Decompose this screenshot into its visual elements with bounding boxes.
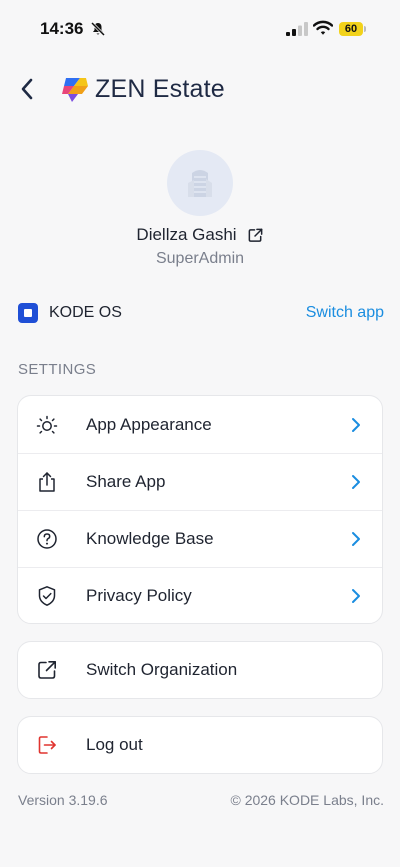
battery-icon: 60: [339, 22, 363, 36]
switch-organization-button[interactable]: Switch Organization: [18, 642, 382, 698]
share-icon: [39, 472, 55, 492]
zen-estate-logo: [62, 78, 88, 102]
wifi-icon: [313, 20, 333, 35]
avatar: [167, 150, 233, 216]
settings-item-label: Share App: [86, 472, 166, 491]
sun-icon: [36, 415, 58, 434]
shield-check-icon: [38, 586, 56, 606]
chevron-left-icon: [21, 78, 33, 100]
switch-app-link[interactable]: Switch app: [306, 304, 384, 322]
chevron-right-icon: [352, 475, 360, 489]
copyright: © 2026 KODE Labs, Inc.: [230, 792, 384, 808]
external-link-icon[interactable]: [247, 227, 264, 244]
settings-item-privacy-policy[interactable]: Privacy Policy: [18, 567, 382, 623]
user-name: Diellza Gashi: [136, 225, 237, 244]
current-app-name: KODE OS: [49, 304, 122, 321]
status-bar: 14:36 60: [0, 0, 400, 56]
settings-card: App Appearance Share App Knowledge Base: [17, 395, 383, 624]
switch-organization-card: Switch Organization: [17, 641, 383, 699]
current-app-row: KODE OS Switch app: [18, 302, 384, 326]
logout-icon: [38, 736, 56, 754]
chevron-right-icon: [352, 589, 360, 603]
settings-section-title: SETTINGS: [18, 361, 97, 378]
user-role: SuperAdmin: [155, 250, 245, 267]
question-circle-icon: [37, 529, 57, 549]
bell-slash-icon: [90, 21, 106, 37]
settings-screen: 14:36 60 ZEN Estate Diellza Gashi SuperA…: [0, 0, 400, 867]
settings-item-share-app[interactable]: Share App: [18, 453, 382, 510]
logout-button[interactable]: Log out: [18, 717, 382, 773]
battery-cap: [364, 26, 366, 32]
settings-item-app-appearance[interactable]: App Appearance: [18, 396, 382, 453]
app-title: ZEN Estate: [95, 75, 225, 103]
settings-item-label: Knowledge Base: [86, 529, 214, 548]
logout-label: Log out: [86, 735, 143, 754]
external-link-icon: [38, 660, 57, 679]
switch-organization-label: Switch Organization: [86, 660, 238, 679]
chevron-right-icon: [352, 532, 360, 546]
logout-card: Log out: [17, 716, 383, 774]
settings-item-label: Privacy Policy: [86, 586, 192, 605]
kode-os-icon: [18, 303, 38, 323]
back-button[interactable]: [14, 74, 40, 104]
chevron-right-icon: [352, 417, 360, 432]
app-version: Version 3.19.6: [18, 792, 108, 808]
status-time: 14:36: [40, 19, 84, 38]
building-avatar-icon: [188, 170, 212, 197]
settings-item-label: App Appearance: [86, 414, 212, 434]
settings-item-knowledge-base[interactable]: Knowledge Base: [18, 510, 382, 567]
cellular-signal-icon: [286, 22, 308, 36]
user-row: Diellza Gashi: [0, 224, 400, 246]
